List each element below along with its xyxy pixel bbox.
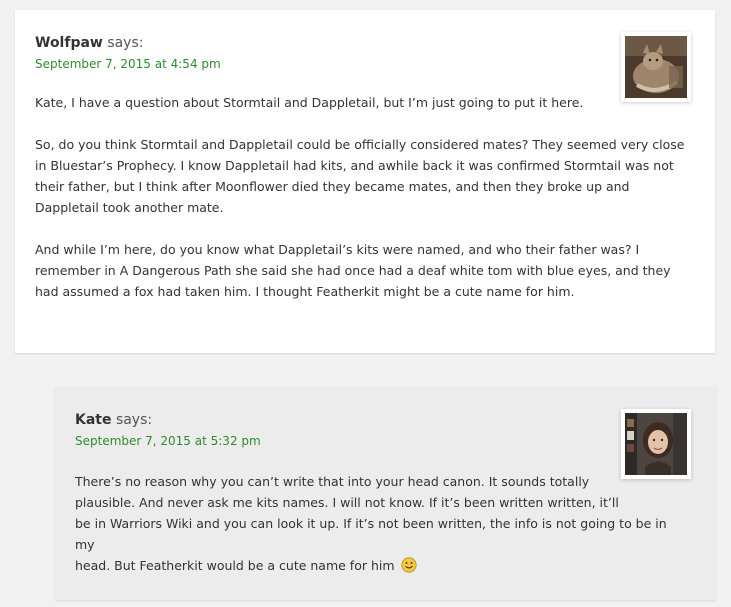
avatar <box>621 409 691 479</box>
smiley-face-icon <box>400 557 417 573</box>
comment-body: Kate, I have a question about Stormtail … <box>35 92 695 323</box>
cat-photo-avatar <box>625 36 687 98</box>
comment-date-link[interactable]: September 7, 2015 at 5:32 pm <box>75 433 261 449</box>
comment-line: There’s no reason why you can’t write th… <box>75 474 590 489</box>
comment-paragraph: So, do you think Stormtail and Dappletai… <box>35 137 685 215</box>
comment-date-link[interactable]: September 7, 2015 at 4:54 pm <box>35 56 221 72</box>
comment-author-line: Kate says: <box>75 411 152 429</box>
comment-paragraph: Kate, I have a question about Stormtail … <box>35 95 584 110</box>
woman-photo-avatar <box>625 413 687 475</box>
comment-kate-reply: Kate says: September 7, 2015 at 5:32 pm … <box>55 387 716 600</box>
comment-author-line: Wolfpaw says: <box>35 34 143 52</box>
comment-wolfpaw: Wolfpaw says: September 7, 2015 at 4:54 … <box>15 10 715 353</box>
comment-line: be in Warriors Wiki and you can look it … <box>75 516 667 552</box>
comment-body: There’s no reason why you can’t write th… <box>75 471 675 576</box>
comment-paragraph: And while I’m here, do you know what Dap… <box>35 242 671 299</box>
comment-author-name[interactable]: Kate <box>75 412 111 428</box>
comment-says-label: says: <box>107 35 144 51</box>
comment-says-label: says: <box>115 412 153 428</box>
comment-line-last: head. But Featherkit would be a cute nam… <box>75 555 675 576</box>
comment-line: head. But Featherkit would be a cute nam… <box>75 558 395 573</box>
comment-line: plausible. And never ask me kits names. … <box>75 495 619 510</box>
comment-author-name[interactable]: Wolfpaw <box>35 35 103 51</box>
